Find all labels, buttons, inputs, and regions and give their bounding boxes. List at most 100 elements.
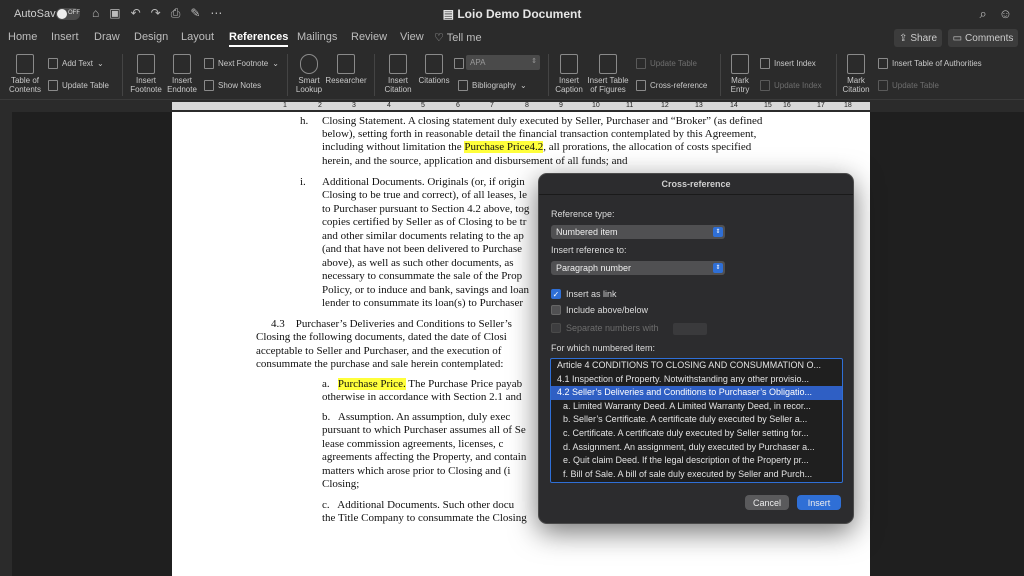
cross-reference-button[interactable]: Cross-reference (636, 80, 707, 91)
checkmark-icon: ✓ (551, 289, 561, 299)
stepper-icon: ⇕ (531, 58, 537, 65)
researcher-button[interactable]: Researcher (324, 54, 368, 85)
add-text-button[interactable]: Add Text ⌄ (48, 58, 104, 69)
list-item[interactable]: Article 4 CONDITIONS TO CLOSING AND CONS… (551, 359, 842, 373)
separator-field[interactable] (673, 323, 707, 335)
insert-endnote-button[interactable]: Insert Endnote (165, 54, 199, 94)
paragraph-c-line: c. Additional Documents. Such other docu (322, 499, 515, 511)
checkbox-empty-icon (551, 323, 561, 333)
paragraph-i-line: above), as well as such other documents,… (322, 257, 514, 269)
ruler-number: 18 (844, 102, 852, 109)
insert-caption-button[interactable]: Insert Caption (551, 54, 587, 94)
next-footnote-button[interactable]: Next Footnote ⌄ (204, 58, 279, 69)
update-table-figures-label: Update Table (650, 59, 697, 68)
ribbon-tabs: Home Insert Draw Design Layout Reference… (0, 28, 1024, 48)
include-above-below-checkbox[interactable]: Include above/below (551, 305, 648, 315)
insert-reference-select[interactable]: Paragraph number ⇕ (551, 261, 725, 275)
insert-as-link-checkbox[interactable]: ✓ Insert as link (551, 289, 617, 299)
tab-layout[interactable]: Layout (181, 31, 214, 43)
list-item[interactable]: b. Seller’s Certificate. A certificate d… (551, 413, 842, 427)
highlighted-purchase-price: Purchase Price4.2 (464, 141, 544, 153)
tab-review[interactable]: Review (351, 31, 387, 43)
ruler-number: 7 (490, 102, 494, 109)
tab-references[interactable]: References (229, 31, 289, 47)
cancel-button[interactable]: Cancel (745, 495, 789, 510)
vertical-ruler[interactable] (0, 112, 12, 576)
ruler-number: 14 (730, 102, 738, 109)
endnote-icon (173, 54, 191, 74)
insert-table-of-figures-button[interactable]: Insert Table of Figures (586, 54, 630, 94)
list-item-selected[interactable]: 4.2 Seller’s Deliveries and Conditions t… (551, 386, 842, 400)
insert-footnote-button[interactable]: Insert Footnote (128, 54, 164, 94)
insert-reference-label: Insert reference to: (551, 245, 627, 255)
update-table-label: Update Table (62, 81, 109, 90)
highlighted-purchase-price: Purchase Price. (337, 378, 406, 390)
insert-index-button[interactable]: Insert Index (760, 58, 816, 69)
update-index-button[interactable]: Update Index (760, 80, 822, 91)
update-table-button[interactable]: Update Table (48, 80, 109, 91)
separate-numbers-checkbox[interactable]: Separate numbers with (551, 323, 659, 333)
mark-entry-button[interactable]: Mark Entry (726, 54, 754, 94)
share-button[interactable]: ⇪ Share (894, 29, 942, 47)
tab-mailings[interactable]: Mailings (297, 31, 337, 43)
comments-button[interactable]: ▭ Comments (948, 29, 1018, 47)
bibliography-button[interactable]: Bibliography ⌄ (458, 80, 527, 91)
list-item[interactable]: f. Bill of Sale. A bill of sale duly exe… (551, 468, 842, 482)
citation-style-select[interactable]: APA ⇕ (466, 55, 540, 70)
paragraph-i-line: (and that have not been delivered to Pur… (322, 243, 523, 255)
update-toa-label: Update Table (892, 81, 939, 90)
reference-type-select[interactable]: Numbered item ⇕ (551, 225, 725, 239)
insert-button[interactable]: Insert (797, 495, 841, 510)
tell-me-label: Tell me (446, 32, 482, 44)
smart-lookup-button[interactable]: Smart Lookup (292, 54, 326, 94)
caption-icon (560, 54, 578, 74)
paragraph-b-line: b. Assumption. An assumption, duly exec (322, 411, 511, 423)
tab-tell-me[interactable]: ♡ Tell me (434, 31, 482, 44)
list-item[interactable]: e. Quit claim Deed. If the legal descrip… (551, 454, 842, 468)
numbered-item-list[interactable]: Article 4 CONDITIONS TO CLOSING AND CONS… (550, 358, 843, 483)
horizontal-ruler[interactable]: 1 2 3 4 5 6 7 8 9 10 11 12 13 14 15 16 1… (0, 100, 1024, 112)
table-of-contents-button[interactable]: Table of Contents (6, 54, 44, 94)
paragraph-b-line: Closing; (322, 478, 360, 490)
ruler-number: 17 (817, 102, 825, 109)
show-notes-label: Show Notes (218, 81, 262, 90)
account-icon[interactable]: ☺ (999, 6, 1012, 22)
ruler-number: 6 (456, 102, 460, 109)
insert-table-of-figures-label: Insert Table of Figures (587, 76, 629, 94)
insert-citation-button[interactable]: Insert Citation (380, 54, 416, 94)
update-table-figures-button[interactable]: Update Table (636, 58, 697, 69)
list-item[interactable]: a. Limited Warranty Deed. A Limited Warr… (551, 400, 842, 414)
add-text-icon (48, 58, 58, 69)
chevron-down-icon: ⌄ (520, 81, 527, 90)
list-item[interactable]: 4.1 Inspection of Property. Notwithstand… (551, 373, 842, 387)
mark-citation-button[interactable]: Mark Citation (840, 54, 872, 94)
tab-insert[interactable]: Insert (51, 31, 79, 43)
citation-icon (389, 54, 407, 74)
insert-citation-label: Insert Citation (384, 76, 412, 94)
comments-label: Comments (965, 32, 1014, 44)
search-icon[interactable]: ⌕ (979, 6, 986, 22)
tab-home[interactable]: Home (8, 31, 37, 43)
bibliography-label: Bibliography (472, 81, 517, 90)
list-item[interactable]: c. Certificate. A certificate duly execu… (551, 427, 842, 441)
bibliography-icon (458, 80, 468, 91)
tab-design[interactable]: Design (134, 31, 168, 43)
insert-toa-label: Insert Table of Authorities (892, 59, 982, 68)
insert-table-of-authorities-button[interactable]: Insert Table of Authorities (878, 58, 982, 69)
paragraph-h-line: including without limitation the Purchas… (322, 141, 751, 154)
paragraph-h-line: Closing Statement. A closing statement d… (322, 115, 763, 127)
show-notes-button[interactable]: Show Notes (204, 80, 261, 91)
ribbon-divider (836, 54, 837, 96)
ruler-track: 1 2 3 4 5 6 7 8 9 10 11 12 13 14 15 16 1… (172, 102, 870, 110)
section-4-3-line: acceptable to Seller and Purchaser, and … (256, 345, 502, 357)
paragraph-b-line: agreements affecting the Property, and c… (322, 451, 527, 463)
ribbon-divider (122, 54, 123, 96)
tab-view[interactable]: View (400, 31, 424, 43)
tab-draw[interactable]: Draw (94, 31, 120, 43)
paragraph-i-line: Closing to be true and correct), of all … (322, 189, 527, 201)
citations-button[interactable]: Citations (416, 54, 452, 85)
list-item[interactable]: d. Assignment. An assignment, duly execu… (551, 441, 842, 455)
update-toa-button[interactable]: Update Table (878, 80, 939, 91)
paragraph-i-line: copies certified by Seller as of Closing… (322, 216, 527, 228)
reference-type-label: Reference type: (551, 209, 615, 219)
